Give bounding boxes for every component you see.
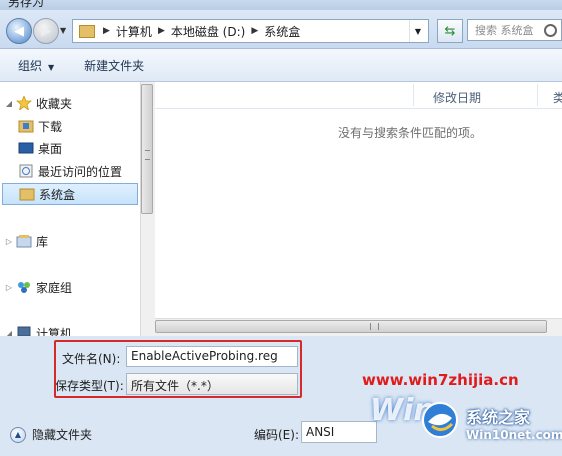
tree-item-xitonghe[interactable]: 系统盒 — [2, 183, 138, 205]
refresh-button[interactable]: ⇆ — [437, 19, 463, 43]
tree-item-downloads[interactable]: 下载 — [16, 115, 140, 137]
organize-button[interactable]: 组织 ▼ — [18, 57, 54, 74]
breadcrumb: ▶ 计算机 ▶ 本地磁盘 (D:) ▶ 系统盒 — [97, 20, 300, 42]
tree-item-recent[interactable]: 最近访问的位置 — [16, 160, 140, 182]
tree-item-favorites[interactable]: ◢ 收藏夹 — [0, 92, 140, 114]
watermark-brand-en: Win10net.com — [466, 428, 562, 442]
desktop-icon — [18, 142, 34, 154]
star-icon — [16, 96, 32, 110]
address-history-chevron-icon[interactable]: ▼ — [409, 20, 426, 42]
back-button[interactable]: ◀ — [6, 18, 32, 44]
window-titlebar: 另存为 — [0, 0, 562, 10]
tree-label: 系统盒 — [39, 187, 76, 202]
downloads-folder-icon — [18, 120, 34, 133]
collapse-up-icon: ▲ — [10, 426, 26, 443]
tree-label: 家庭组 — [36, 280, 73, 295]
tree-item-computer[interactable]: ◢ 计算机 — [0, 322, 140, 336]
tree-label: 收藏夹 — [36, 96, 73, 111]
watermark-brand-cn: 系统之家 — [466, 408, 531, 427]
watermark-url: www.win7zhijia.cn — [362, 371, 519, 389]
address-bar[interactable]: ▶ 计算机 ▶ 本地磁盘 (D:) ▶ 系统盒 ▼ — [72, 19, 429, 43]
scroll-grip-icon — [145, 150, 150, 160]
hide-folders-label: 隐藏文件夹 — [32, 428, 93, 442]
breadcrumb-separator-icon: ▶ — [103, 26, 110, 36]
homegroup-icon — [18, 282, 30, 293]
column-type[interactable]: 类 — [553, 89, 562, 106]
empty-results-message: 没有与搜索条件匹配的项。 — [338, 126, 483, 140]
file-list[interactable] — [155, 82, 562, 318]
recent-places-icon — [19, 164, 33, 178]
tree-item-desktop[interactable]: 桌面 — [16, 137, 140, 159]
watermark-logo-icon — [422, 402, 458, 438]
expand-arrow-icon[interactable]: ◢ — [4, 99, 14, 108]
nav-pane-scroll-thumb[interactable] — [141, 84, 153, 214]
annotation-highlight-box — [54, 340, 302, 398]
tree-item-homegroup[interactable]: ▷ 家庭组 — [0, 276, 140, 298]
breadcrumb-computer[interactable]: 计算机 — [116, 23, 152, 40]
horizontal-scroll-thumb[interactable] — [155, 320, 547, 333]
back-arrow-icon: ◀ — [14, 23, 24, 39]
expand-arrow-icon[interactable]: ◢ — [4, 329, 14, 337]
collapse-arrow-icon[interactable]: ▷ — [4, 237, 14, 246]
breadcrumb-xitonghe[interactable]: 系统盒 — [264, 23, 300, 40]
computer-icon — [17, 326, 31, 336]
navigation-pane: ◢ 收藏夹 下载 桌面 最近访问的位置 系统盒 ▷ 库 ▷ 家庭组 ◢ 计算机 — [0, 82, 140, 336]
tree-label: 最近访问的位置 — [38, 164, 123, 179]
refresh-icon: ⇆ — [444, 23, 456, 39]
breadcrumb-separator-icon[interactable]: ▶ — [251, 26, 258, 36]
organize-label: 组织 — [18, 58, 43, 73]
tree-label: 下载 — [38, 119, 63, 134]
tree-label: 计算机 — [36, 326, 73, 337]
encoding-label: 编码(E): — [254, 428, 299, 442]
column-header-row: 修改日期 类 — [155, 82, 562, 109]
scroll-grip-icon — [370, 323, 379, 330]
search-placeholder: 搜索 系统盒 — [475, 24, 534, 37]
new-folder-button[interactable]: 新建文件夹 — [84, 57, 144, 74]
search-input[interactable]: 搜索 系统盒 — [467, 19, 562, 41]
forward-arrow-icon: ▶ — [41, 23, 51, 39]
dropdown-arrow-icon: ▼ — [48, 62, 55, 72]
collapse-arrow-icon[interactable]: ▷ — [4, 283, 14, 292]
tree-label: 桌面 — [38, 141, 63, 156]
column-divider[interactable] — [537, 84, 538, 106]
column-modified-date[interactable]: 修改日期 — [433, 89, 481, 106]
hide-folders-button[interactable]: ▲ 隐藏文件夹 — [10, 426, 92, 443]
navigation-bar: ◀ ▶ ▼ ▶ 计算机 ▶ 本地磁盘 (D:) ▶ 系统盒 ▼ ⇆ 搜索 系统盒 — [0, 10, 562, 49]
folder-icon — [79, 24, 95, 38]
tree-label: 库 — [36, 234, 49, 249]
recent-pages-dropdown-icon[interactable]: ▼ — [60, 26, 66, 35]
search-icon — [544, 24, 557, 37]
tree-item-libraries[interactable]: ▷ 库 — [0, 230, 140, 252]
breadcrumb-drive-d[interactable]: 本地磁盘 (D:) — [171, 23, 245, 40]
forward-button[interactable]: ▶ — [33, 18, 59, 44]
encoding-select[interactable]: ANSI — [301, 421, 377, 443]
column-divider[interactable] — [413, 84, 414, 106]
folder-icon — [19, 188, 35, 201]
command-toolbar: 组织 ▼ 新建文件夹 — [0, 49, 562, 82]
window-title: 另存为 — [8, 0, 45, 9]
library-icon — [16, 235, 32, 248]
breadcrumb-separator-icon[interactable]: ▶ — [158, 26, 165, 36]
